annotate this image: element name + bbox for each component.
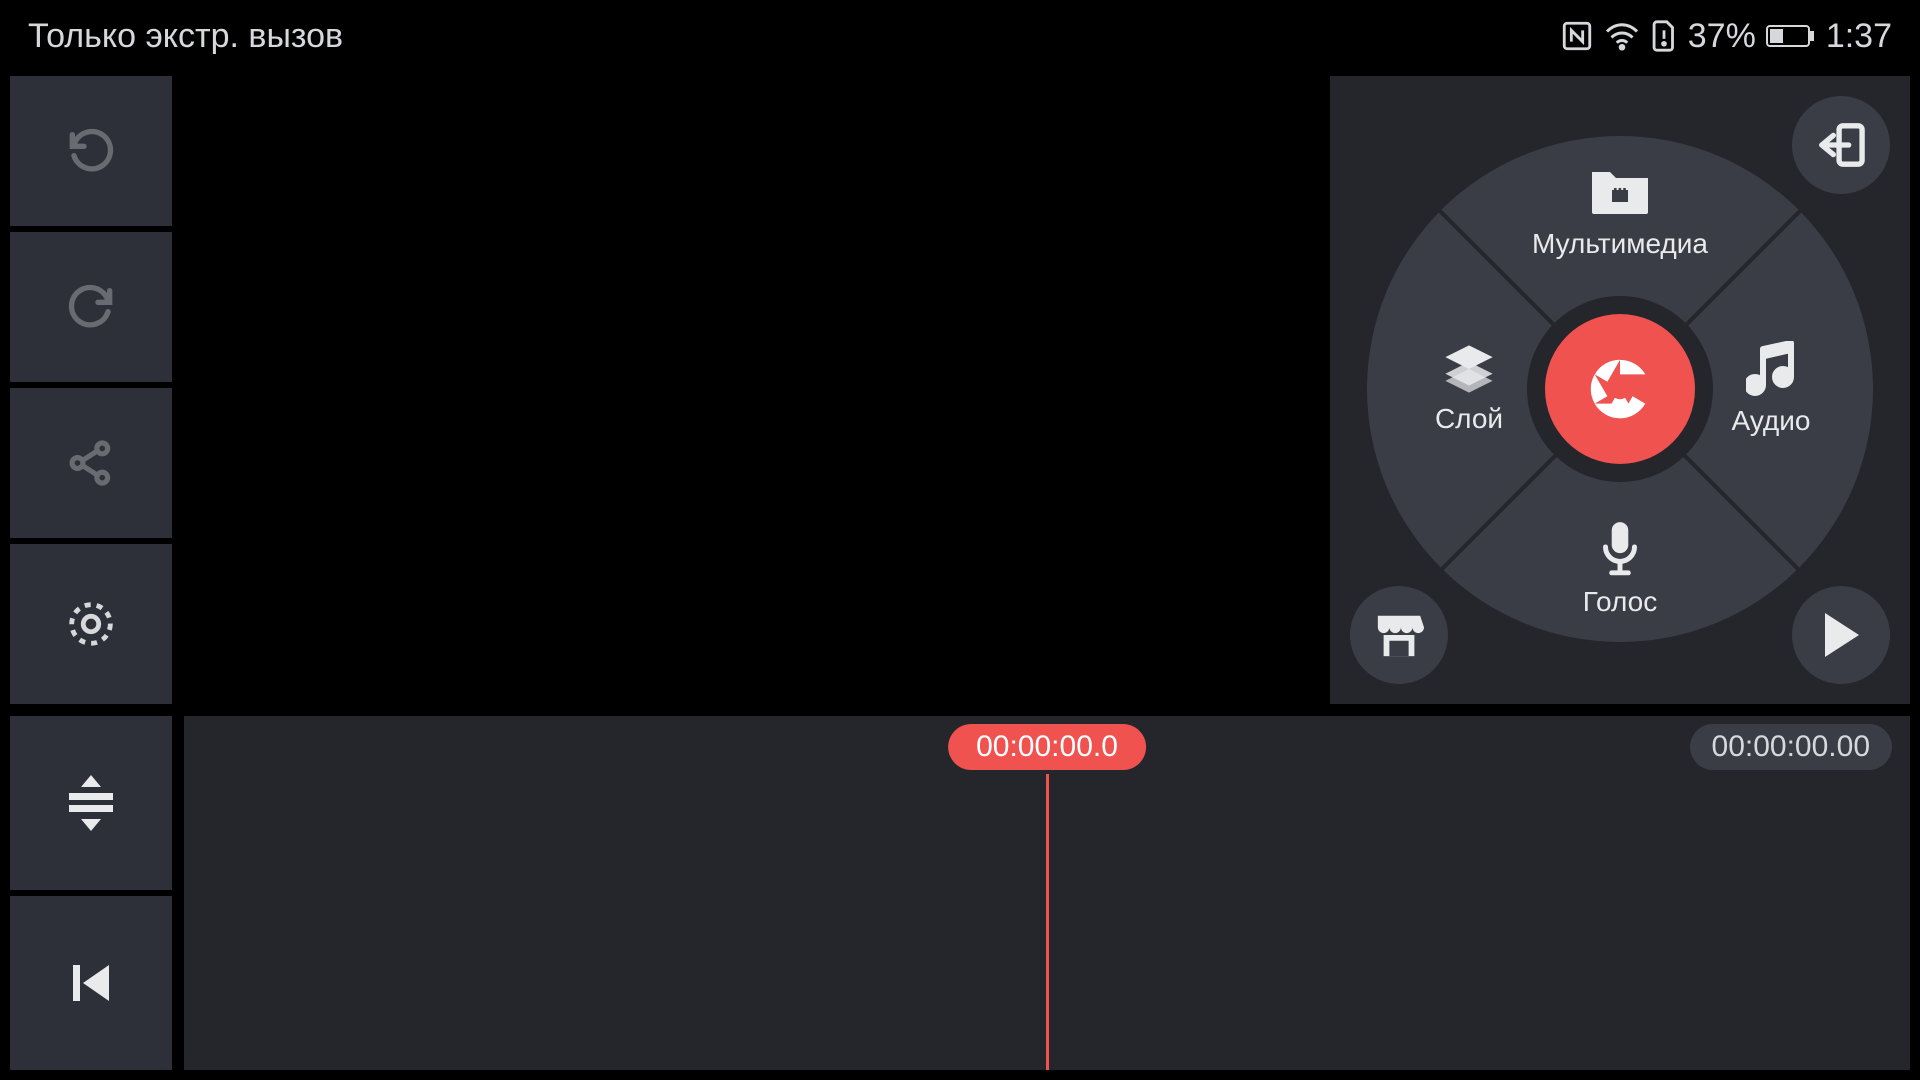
- expand-tracks-icon: [62, 773, 120, 833]
- battery-percentage: 37%: [1688, 17, 1756, 56]
- wheel-layer-button[interactable]: Слой: [1379, 343, 1559, 435]
- android-status-bar: Только экстр. вызов 37% 1:37: [0, 0, 1920, 72]
- wheel-voice-button[interactable]: Голос: [1530, 520, 1710, 618]
- redo-button[interactable]: [10, 232, 172, 382]
- store-icon: [1372, 610, 1426, 660]
- music-note-icon: [1746, 341, 1796, 397]
- timeline-jump-start-button[interactable]: [10, 896, 172, 1070]
- clock-text: 1:37: [1826, 17, 1892, 56]
- media-folder-icon: [1588, 164, 1652, 220]
- wheel-audio-button[interactable]: Аудио: [1681, 341, 1861, 437]
- layers-icon: [1440, 343, 1498, 395]
- playhead-time-badge: 00:00:00.0: [948, 724, 1146, 770]
- sim-alert-icon: [1650, 19, 1678, 53]
- camera-shutter-icon: [1585, 354, 1655, 424]
- left-sidebar: [10, 76, 172, 704]
- gear-icon: [62, 595, 120, 653]
- wheel-media-label: Мультимедиа: [1532, 228, 1708, 259]
- wheel-layer-label: Слой: [1435, 403, 1503, 434]
- media-wheel: Мультимедиа Слой Аудио Голос: [1367, 136, 1873, 642]
- carrier-text: Только экстр. вызов: [28, 17, 343, 56]
- undo-button[interactable]: [10, 76, 172, 226]
- playhead-line[interactable]: [1046, 774, 1049, 1070]
- wheel-audio-label: Аудио: [1732, 405, 1811, 436]
- settings-button[interactable]: [10, 544, 172, 704]
- play-icon: [1819, 611, 1863, 659]
- status-icons: 37% 1:37: [1560, 17, 1892, 56]
- battery-icon: [1766, 23, 1816, 49]
- play-button[interactable]: [1792, 586, 1890, 684]
- microphone-icon: [1598, 520, 1642, 578]
- wheel-capture-button[interactable]: [1545, 314, 1695, 464]
- total-duration-badge: 00:00:00.00: [1690, 724, 1892, 770]
- share-button[interactable]: [10, 388, 172, 538]
- timeline-sidebar: [10, 716, 172, 1070]
- share-icon: [64, 436, 118, 490]
- asset-store-button[interactable]: [1350, 586, 1448, 684]
- nfc-icon: [1560, 19, 1594, 53]
- skip-to-start-icon: [67, 959, 115, 1007]
- redo-icon: [63, 279, 119, 335]
- undo-icon: [63, 123, 119, 179]
- preview-viewport[interactable]: [184, 76, 1306, 704]
- exit-project-button[interactable]: [1792, 96, 1890, 194]
- timeline-area[interactable]: 00:00:00.0 00:00:00.00: [184, 716, 1910, 1070]
- wheel-media-button[interactable]: Мультимедиа: [1530, 164, 1710, 260]
- exit-icon: [1814, 122, 1868, 168]
- timeline-ruler[interactable]: 00:00:00.0 00:00:00.00: [184, 716, 1910, 774]
- timeline-expand-button[interactable]: [10, 716, 172, 890]
- wheel-voice-label: Голос: [1583, 586, 1657, 617]
- wifi-icon: [1604, 21, 1640, 51]
- right-tool-panel: Мультимедиа Слой Аудио Голос: [1330, 76, 1910, 704]
